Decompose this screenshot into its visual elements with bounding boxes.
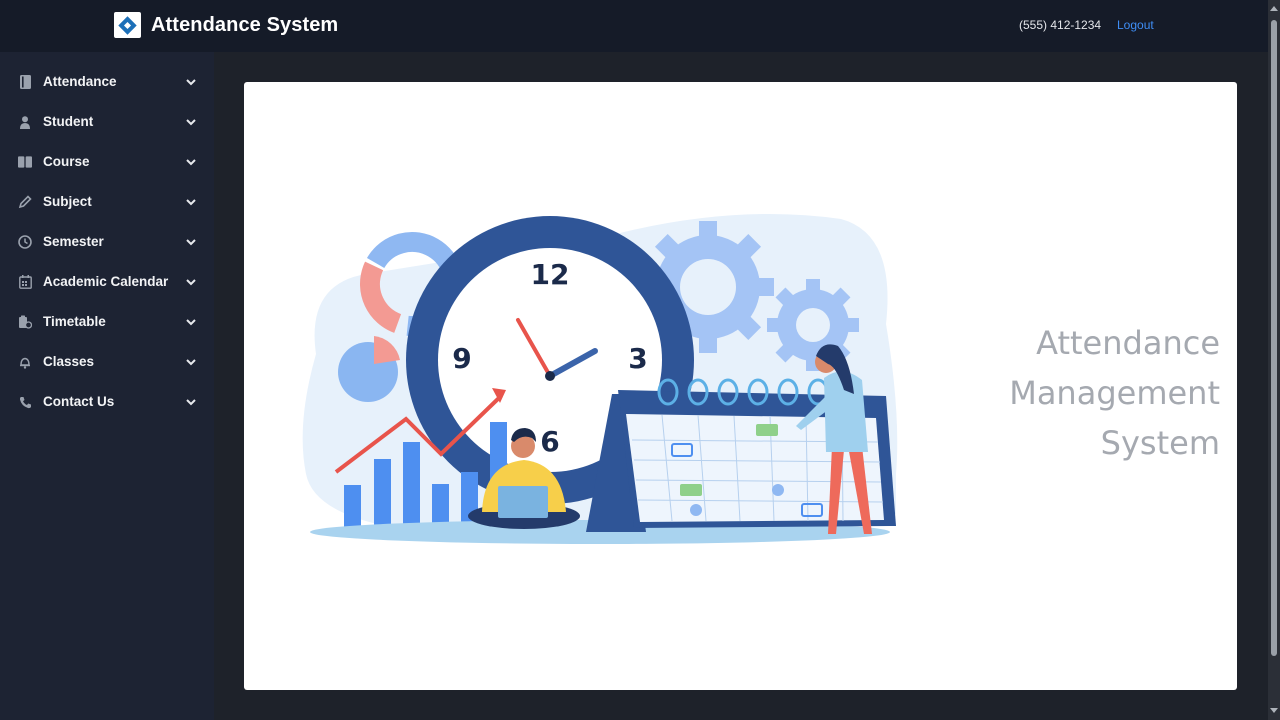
chevron-down-icon[interactable] [185, 316, 197, 328]
hero-title-line: Management [1009, 374, 1220, 412]
clock-number: 3 [628, 342, 647, 375]
chevron-down-icon[interactable] [185, 396, 197, 408]
scroll-up-arrow-icon[interactable] [1270, 6, 1278, 11]
sidebar-item-label: Classes [43, 354, 95, 369]
clipboard-icon [18, 315, 32, 329]
scroll-thumb[interactable] [1271, 20, 1277, 656]
chevron-down-icon[interactable] [185, 356, 197, 368]
hero-title: Attendance Management System [1009, 318, 1220, 468]
clock-number: 12 [531, 258, 570, 291]
clock-icon [18, 235, 32, 249]
sidebar-item-student[interactable]: Student [0, 102, 214, 142]
chevron-down-icon[interactable] [185, 236, 197, 248]
sidebar-item-label: Student [43, 114, 94, 129]
hero-title-line: Attendance [1036, 324, 1220, 362]
sidebar-item-label: Semester [43, 234, 104, 249]
hero-card: 12 3 6 9 Attendance Management System [244, 82, 1237, 690]
chevron-down-icon[interactable] [185, 276, 197, 288]
calendar-icon [18, 275, 32, 289]
clock-number: 6 [540, 425, 559, 458]
sidebar-item-label: Timetable [43, 314, 106, 329]
sidebar-item-course[interactable]: Course [0, 142, 214, 182]
sidebar-item-attendance[interactable]: Attendance [0, 62, 214, 102]
sidebar-item-semester[interactable]: Semester [0, 222, 214, 262]
sidebar-item-subject[interactable]: Subject [0, 182, 214, 222]
sidebar-item-label: Contact Us [43, 394, 115, 409]
pencil-icon [18, 195, 32, 209]
sidebar: Attendance Student Course Subject Semest… [0, 52, 214, 720]
sidebar-item-timetable[interactable]: Timetable [0, 302, 214, 342]
chevron-down-icon[interactable] [185, 76, 197, 88]
sidebar-item-label: Subject [43, 194, 92, 209]
person-icon [18, 115, 32, 129]
brand-name: Attendance System [151, 13, 339, 36]
brand-logo-icon [114, 12, 141, 38]
bell-icon [18, 355, 32, 369]
chevron-down-icon[interactable] [185, 156, 197, 168]
sidebar-item-contact-us[interactable]: Contact Us [0, 382, 214, 422]
chevron-down-icon[interactable] [185, 116, 197, 128]
chevron-down-icon[interactable] [185, 196, 197, 208]
book-icon [18, 75, 32, 89]
sidebar-item-label: Attendance [43, 74, 117, 89]
sidebar-item-label: Course [43, 154, 90, 169]
attendance-illustration: 12 3 6 9 [302, 214, 898, 544]
clock-number: 9 [452, 342, 471, 375]
vertical-scrollbar[interactable] [1268, 0, 1280, 720]
sidebar-item-classes[interactable]: Classes [0, 342, 214, 382]
sidebar-item-academic-calendar[interactable]: Academic Calendar [0, 262, 214, 302]
hero-title-line: System [1100, 424, 1220, 462]
phone-icon [18, 395, 32, 409]
phone-number: (555) 412-1234 [1019, 18, 1102, 32]
scroll-down-arrow-icon[interactable] [1270, 708, 1278, 713]
logout-link[interactable]: Logout [1117, 18, 1154, 32]
brand[interactable]: Attendance System [114, 12, 338, 38]
sidebar-item-label: Academic Calendar [43, 274, 169, 289]
open-book-icon [18, 155, 32, 169]
top-navbar: Attendance System (555) 412-1234 Logout [0, 0, 1268, 52]
